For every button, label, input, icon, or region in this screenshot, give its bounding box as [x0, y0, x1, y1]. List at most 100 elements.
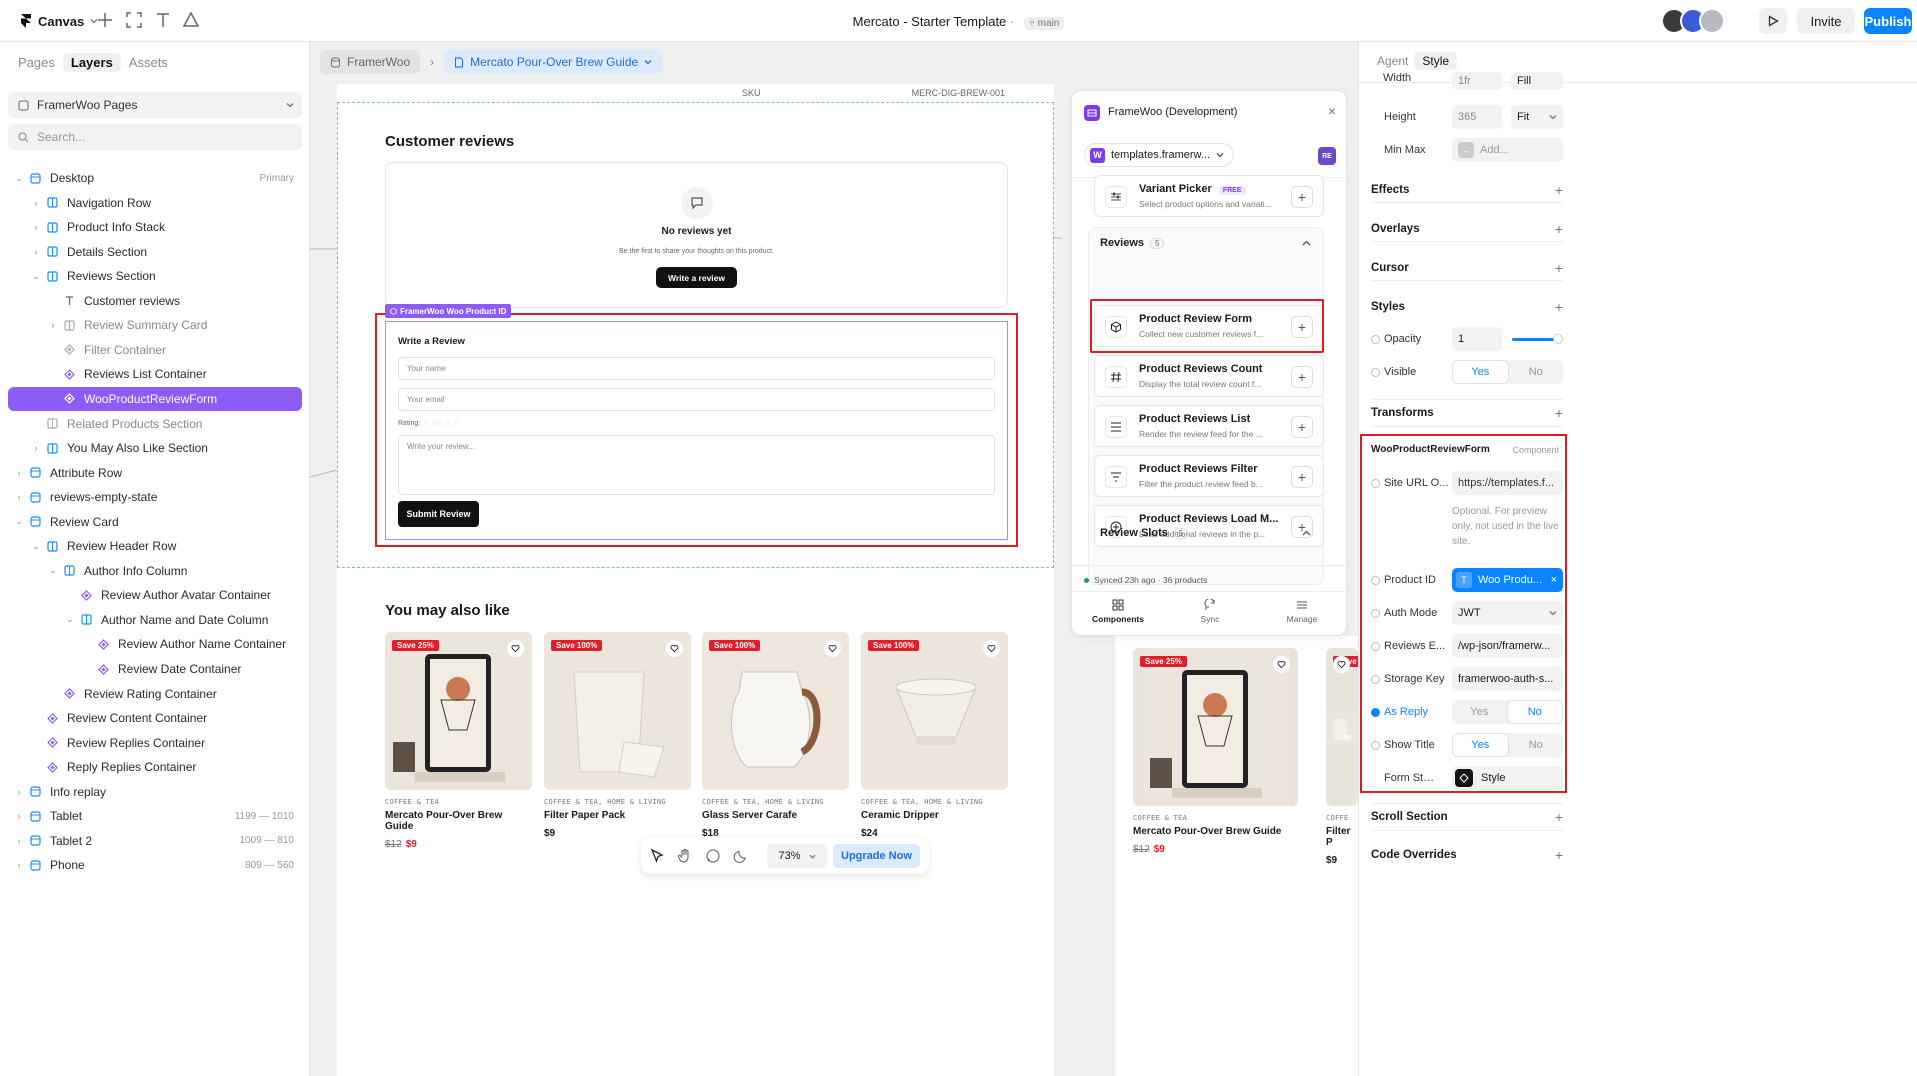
product-name[interactable]: Filter Paper Pack: [544, 810, 691, 821]
woo-product-review-form[interactable]: Write a Review Your name Your email Rati…: [385, 321, 1008, 540]
chevron-right-icon[interactable]: ›: [14, 468, 24, 478]
layer-row[interactable]: › Tablet 1199 — 1010: [8, 804, 302, 828]
product-name[interactable]: Filter P: [1326, 826, 1358, 848]
heart-icon[interactable]: [1333, 656, 1350, 673]
collaborator-avatars[interactable]: [1661, 8, 1725, 34]
height-mode-select[interactable]: Fit: [1511, 105, 1563, 129]
effects-section[interactable]: Effects +: [1371, 177, 1563, 203]
heart-icon[interactable]: [983, 640, 1000, 657]
review-component-item[interactable]: Product Reviews List Render the review fe…: [1094, 405, 1324, 447]
product-card[interactable]: Save 100% COFFEE & TEA, HOME & LIVING Glas…: [702, 632, 849, 839]
chevron-up-icon[interactable]: [1302, 529, 1311, 538]
visible-toggle[interactable]: Yes No: [1452, 360, 1563, 384]
layer-row[interactable]: ⌄ Author Name and Date Column: [8, 608, 302, 632]
layer-row[interactable]: › Details Section: [8, 240, 302, 264]
site-selector[interactable]: W templates.framerw...: [1084, 143, 1234, 167]
canvas[interactable]: FramerWoo › Mercato Pour-Over Brew Guide…: [310, 42, 1358, 1076]
add-button[interactable]: +: [1291, 416, 1313, 438]
visible-yes[interactable]: Yes: [1453, 361, 1508, 383]
layer-row[interactable]: Review Rating Container: [8, 682, 302, 706]
tab-sync[interactable]: Sync: [1164, 599, 1256, 635]
visible-no[interactable]: No: [1509, 360, 1564, 384]
layer-row[interactable]: ⌄ Review Header Row: [8, 534, 302, 558]
layer-row[interactable]: Review Content Container: [8, 706, 302, 730]
width-mode-select[interactable]: Fill: [1511, 72, 1563, 90]
product-card[interactable]: Save 100% COFFEE & TEA, HOME & LIVING Filt…: [544, 632, 691, 839]
add-button[interactable]: +: [1291, 186, 1313, 208]
zoom-select[interactable]: 73%: [767, 844, 827, 868]
layer-row[interactable]: › Tablet 2 1009 — 810: [8, 829, 302, 853]
review-textarea[interactable]: Write your review...: [398, 435, 995, 495]
vector-tool-icon[interactable]: [182, 11, 202, 31]
preview-button[interactable]: [1759, 8, 1787, 34]
tab-style[interactable]: Style: [1414, 52, 1458, 70]
layer-row[interactable]: ⌄ Desktop Primary: [8, 166, 302, 190]
chevron-right-icon[interactable]: ›: [14, 787, 24, 797]
plus-icon[interactable]: +: [1555, 221, 1563, 237]
layer-row[interactable]: › Phone 809 — 560: [8, 853, 302, 877]
opacity-slider-handle[interactable]: [1553, 334, 1563, 344]
layer-row[interactable]: › Navigation Row: [8, 191, 302, 215]
layer-row[interactable]: › Attribute Row: [8, 461, 302, 485]
write-review-button[interactable]: Write a review: [656, 267, 737, 288]
add-button[interactable]: +: [1291, 466, 1313, 488]
heart-icon[interactable]: [507, 640, 524, 657]
layer-row[interactable]: Filter Container: [8, 338, 302, 362]
layer-row[interactable]: WooProductReviewForm: [8, 386, 302, 411]
branch-badge[interactable]: ⑂ main: [1023, 17, 1065, 30]
layer-row[interactable]: › You May Also Like Section: [8, 436, 302, 460]
layer-row[interactable]: › Product Info Stack: [8, 215, 302, 239]
layer-row[interactable]: › Review Summary Card: [8, 313, 302, 337]
plus-icon[interactable]: +: [1555, 182, 1563, 198]
tab-assets[interactable]: Assets: [129, 55, 168, 70]
variant-picker-item[interactable]: Variant Picker FREE Select product optio…: [1094, 175, 1324, 217]
product-card[interactable]: Save 25% COFFEE & TEA Mercato Pour-Over Br…: [1133, 648, 1298, 855]
minmax-input[interactable]: ↔ Add...: [1452, 138, 1563, 162]
layer-row[interactable]: Reply Replies Container: [8, 755, 302, 779]
width-input[interactable]: 1fr: [1452, 72, 1502, 90]
chevron-right-icon[interactable]: ›: [14, 836, 24, 846]
layer-row[interactable]: › reviews-empty-state: [8, 485, 302, 509]
variable-dot-icon[interactable]: [1371, 367, 1380, 377]
transforms-section[interactable]: Transforms +: [1371, 399, 1563, 427]
invite-button[interactable]: Invite: [1797, 8, 1855, 34]
review-slots-header[interactable]: Review Slots 5: [1100, 527, 1189, 539]
chevron-down-icon[interactable]: ⌄: [14, 173, 24, 184]
layer-row[interactable]: ⌄ Reviews Section: [8, 264, 302, 288]
chevron-right-icon[interactable]: ›: [31, 443, 41, 453]
layer-row[interactable]: Review Date Container: [8, 657, 302, 681]
publish-button[interactable]: Publish: [1864, 8, 1912, 34]
layer-row[interactable]: Review Author Avatar Container: [8, 583, 302, 607]
overlays-section[interactable]: Overlays +: [1371, 216, 1563, 242]
layer-row[interactable]: › Info replay: [8, 780, 302, 804]
moon-icon[interactable]: [733, 848, 761, 864]
plus-icon[interactable]: +: [1555, 809, 1563, 825]
cursor-section[interactable]: Cursor +: [1371, 255, 1563, 281]
email-field[interactable]: Your email: [398, 388, 995, 411]
name-field[interactable]: Your name: [398, 357, 995, 380]
close-icon[interactable]: ×: [1328, 103, 1336, 119]
frame-tool-icon[interactable]: [125, 11, 145, 31]
product-name[interactable]: Mercato Pour-Over Brew Guide: [385, 810, 532, 832]
tab-agent[interactable]: Agent: [1377, 54, 1408, 68]
chevron-right-icon[interactable]: ›: [14, 492, 24, 502]
chevron-down-icon[interactable]: ⌄: [14, 516, 24, 527]
layer-row[interactable]: Reviews List Container: [8, 362, 302, 386]
heart-icon[interactable]: [1273, 656, 1290, 673]
chevron-down-icon[interactable]: ⌄: [31, 271, 41, 282]
product-card[interactable]: Save 100% COFFEE & TEA, HOME & LIVING Cera…: [861, 632, 1008, 839]
chevron-right-icon[interactable]: ›: [48, 320, 58, 330]
scroll-section[interactable]: Scroll Section +: [1371, 803, 1563, 831]
chevron-right-icon[interactable]: ›: [14, 860, 24, 870]
product-name[interactable]: Mercato Pour-Over Brew Guide: [1133, 826, 1298, 837]
layer-row[interactable]: ⌄ Review Card: [8, 510, 302, 534]
tab-pages[interactable]: Pages: [18, 55, 55, 70]
review-component-item[interactable]: Product Reviews Filter Filter the product…: [1094, 455, 1324, 497]
layer-row[interactable]: Review Replies Container: [8, 731, 302, 755]
review-component-item[interactable]: Product Reviews Count Display the total r…: [1094, 355, 1324, 397]
canvas-menu-button[interactable]: Canvas: [14, 10, 104, 32]
product-card[interactable]: Save COFFE Filter P $9: [1326, 648, 1358, 866]
tab-layers[interactable]: Layers: [62, 53, 121, 72]
upgrade-now-button[interactable]: Upgrade Now: [833, 844, 920, 868]
user-avatar[interactable]: RE: [1318, 147, 1336, 165]
